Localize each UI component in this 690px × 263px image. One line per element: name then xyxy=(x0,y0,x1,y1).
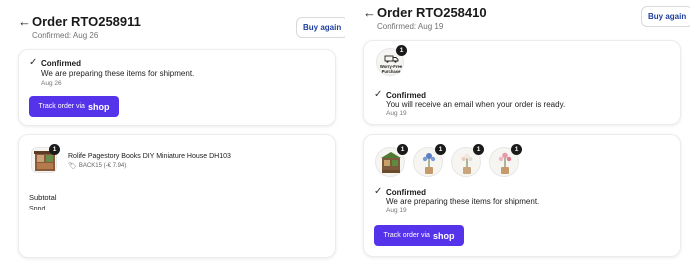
buy-again-button[interactable]: Buy again xyxy=(641,6,690,27)
order-title: Order RTO258410 xyxy=(377,5,487,20)
product-thumbnail[interactable]: 1 xyxy=(489,144,522,177)
quantity-badge: 1 xyxy=(511,144,522,155)
status-title: Confirmed xyxy=(386,188,426,197)
discount-code: 🏷︎ BACK15 (-€ 7.94) xyxy=(68,162,126,170)
check-icon: ✓ xyxy=(29,57,38,68)
product-thumbnail[interactable]: 1 xyxy=(31,144,60,173)
items-card: 1 Rolife Pagestory Books DIY Miniature H… xyxy=(18,134,336,258)
status-message: You will receive an email when your orde… xyxy=(386,100,566,109)
quantity-badge: 1 xyxy=(435,144,446,155)
back-arrow-icon[interactable]: ← xyxy=(18,15,31,28)
track-order-button[interactable]: Track order via shop xyxy=(374,225,464,246)
worry-free-card: Worry-Free Purchase 1 ✓ Confirmed You wi… xyxy=(363,40,681,125)
track-order-button[interactable]: Track order via shop xyxy=(29,96,119,117)
order-title: Order RTO258911 xyxy=(32,14,141,29)
quantity-badge: 1 xyxy=(473,144,484,155)
product-name: Rolife Pagestory Books DIY Miniature Hou… xyxy=(68,153,231,160)
order-confirmed-date: Confirmed: Aug 19 xyxy=(377,22,444,31)
track-order-label: Track order via xyxy=(383,232,430,239)
quantity-badge: 1 xyxy=(397,144,408,155)
track-order-label: Track order via xyxy=(38,103,85,110)
order-panel-left: ← Order RTO258911 Confirmed: Aug 26 Buy … xyxy=(0,0,345,263)
subtotal-label: Subtotal xyxy=(29,193,57,202)
tag-icon: 🏷︎ xyxy=(68,163,77,170)
quantity-badge: 1 xyxy=(396,45,407,56)
order-confirmed-date: Confirmed: Aug 26 xyxy=(32,31,99,40)
shipping-label-partial: Sppd xyxy=(29,206,46,210)
quantity-badge: 1 xyxy=(49,144,60,155)
discount-text: BACK15 (-€ 7.94) xyxy=(78,163,127,169)
shop-logo: shop xyxy=(87,101,110,112)
buy-again-button[interactable]: Buy again xyxy=(296,17,345,38)
status-message: We are preparing these items for shipmen… xyxy=(386,197,540,206)
product-thumbnail[interactable]: 1 xyxy=(375,144,408,177)
worry-free-line2: Purchase xyxy=(381,69,401,74)
items-card: 1 1 1 1 ✓ Confirmed We are preparing the… xyxy=(363,134,681,257)
shop-logo: shop xyxy=(432,230,455,241)
status-message: We are preparing these items for shipmen… xyxy=(41,69,195,78)
worry-free-thumbnail[interactable]: Worry-Free Purchase 1 xyxy=(376,45,407,76)
product-thumbnail[interactable]: 1 xyxy=(413,144,446,177)
check-icon: ✓ xyxy=(374,89,383,100)
status-date: Aug 19 xyxy=(386,110,407,117)
order-panel-right: ← Order RTO258410 Confirmed: Aug 19 Buy … xyxy=(345,0,690,263)
status-date: Aug 26 xyxy=(41,80,62,87)
status-date: Aug 19 xyxy=(386,207,407,214)
back-arrow-icon[interactable]: ← xyxy=(363,6,376,19)
status-title: Confirmed xyxy=(41,59,81,68)
product-thumbnail[interactable]: 1 xyxy=(451,144,484,177)
check-icon: ✓ xyxy=(374,186,383,197)
status-title: Confirmed xyxy=(386,91,426,100)
status-card: ✓ Confirmed We are preparing these items… xyxy=(18,49,336,126)
